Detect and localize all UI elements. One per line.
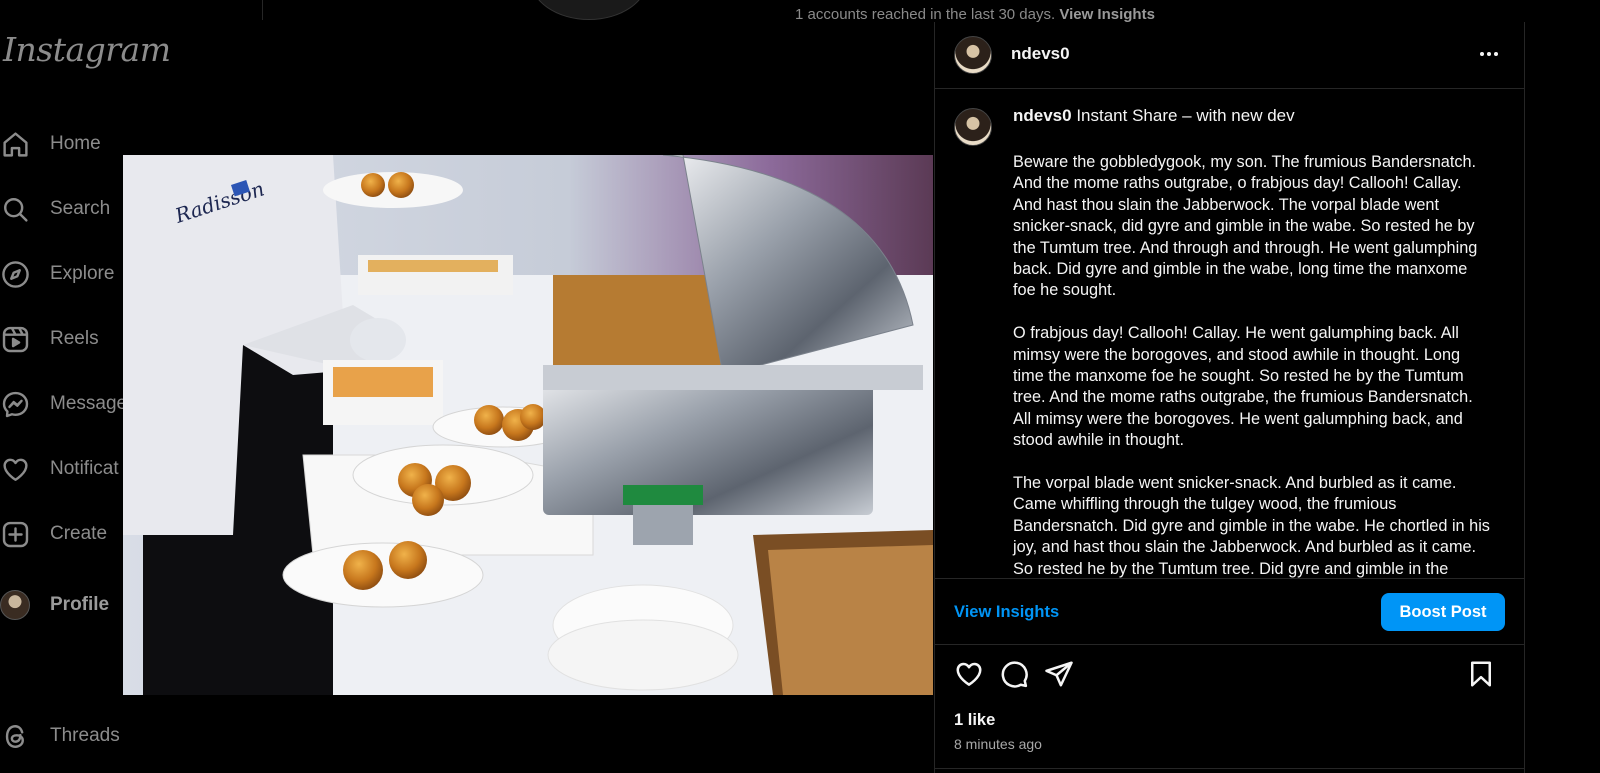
divider bbox=[935, 768, 1524, 769]
sidebar-item-label: Create bbox=[50, 523, 108, 544]
caption-paragraph: The vorpal blade went snicker-snack. And… bbox=[1013, 474, 1490, 578]
sidebar-item-label: Notificat bbox=[50, 458, 119, 479]
instagram-logo[interactable]: Instagram bbox=[3, 30, 171, 69]
sidebar-item-home[interactable]: Home bbox=[0, 124, 101, 164]
messenger-icon bbox=[0, 389, 30, 419]
post-header: ndevs0 bbox=[935, 22, 1524, 89]
post-detail-pane: ndevs0 ndevs0 Instant Share – with new d… bbox=[934, 22, 1525, 773]
home-icon bbox=[0, 129, 30, 159]
comment-icon bbox=[1001, 661, 1028, 688]
like-button[interactable] bbox=[954, 659, 984, 689]
avatar bbox=[0, 590, 30, 620]
insights-bar: View Insights Boost Post bbox=[935, 578, 1524, 645]
background-profile-avatar bbox=[530, 0, 648, 20]
sidebar-item-create[interactable]: Create bbox=[0, 514, 107, 554]
sidebar-item-reels[interactable]: Reels bbox=[0, 319, 99, 359]
search-icon bbox=[0, 194, 30, 224]
bookmark-icon bbox=[1471, 661, 1491, 687]
caption-paragraph: O frabjous day! Callooh! Callay. He went… bbox=[1013, 324, 1473, 450]
post-photo-illustration: Radisson bbox=[123, 155, 933, 695]
sidebar-item-label: Threads bbox=[50, 725, 120, 746]
compass-icon bbox=[0, 259, 30, 289]
sidebar-item-profile[interactable]: Profile bbox=[0, 585, 109, 625]
threads-icon bbox=[0, 721, 30, 751]
post-timestamp[interactable]: 8 minutes ago bbox=[954, 736, 1042, 752]
background-profile-header: 1 accounts reached in the last 30 days. … bbox=[0, 0, 1600, 24]
sidebar-item-label: Home bbox=[50, 133, 101, 154]
caption-body: Beware the gobbledygook, my son. The fru… bbox=[1013, 152, 1493, 578]
caption-paragraph: Beware the gobbledygook, my son. The fru… bbox=[1013, 153, 1478, 300]
sidebar-item-label: Explore bbox=[50, 263, 115, 284]
post-author-username[interactable]: ndevs0 bbox=[1011, 44, 1070, 64]
more-dot bbox=[1494, 52, 1498, 56]
save-button[interactable] bbox=[1466, 659, 1496, 689]
sidebar-item-explore[interactable]: Explore bbox=[0, 254, 114, 294]
more-options-button[interactable] bbox=[1474, 42, 1504, 66]
avatar[interactable] bbox=[954, 36, 992, 74]
sidebar-item-threads[interactable]: Threads bbox=[0, 716, 120, 756]
sidebar-item-label: Reels bbox=[50, 328, 99, 349]
sidebar-item-label: Profile bbox=[50, 594, 110, 615]
boost-post-button[interactable]: Boost Post bbox=[1381, 593, 1505, 631]
share-button[interactable] bbox=[1044, 659, 1074, 689]
sidebar-item-notifications[interactable]: Notificat bbox=[0, 449, 119, 489]
likes-count[interactable]: 1 like bbox=[954, 711, 995, 730]
sidebar-item-label: Search bbox=[50, 198, 111, 219]
comment-button[interactable] bbox=[999, 659, 1029, 689]
view-insights-link[interactable]: View Insights bbox=[954, 603, 1059, 622]
caption-scroll-area[interactable]: ndevs0 Instant Share – with new dev Bewa… bbox=[935, 88, 1524, 578]
more-dot bbox=[1480, 52, 1484, 56]
avatar[interactable] bbox=[954, 108, 992, 146]
caption-title: Instant Share – with new dev bbox=[1076, 106, 1295, 125]
sidebar-item-messages[interactable]: Message bbox=[0, 384, 127, 424]
sidebar-item-label: Message bbox=[50, 393, 128, 414]
heart-icon bbox=[956, 662, 982, 686]
post-image[interactable]: Radisson bbox=[123, 155, 933, 695]
background-view-insights-link: View Insights bbox=[1059, 6, 1155, 23]
reels-icon bbox=[0, 324, 30, 354]
heart-icon bbox=[0, 454, 30, 484]
sidebar-item-search[interactable]: Search bbox=[0, 189, 110, 229]
background-divider bbox=[262, 0, 263, 20]
caption-username[interactable]: ndevs0 bbox=[1013, 106, 1072, 125]
post-actions bbox=[935, 645, 1524, 703]
background-insights-text: 1 accounts reached in the last 30 days. … bbox=[795, 6, 1155, 23]
send-icon bbox=[1045, 661, 1073, 687]
plus-square-icon bbox=[0, 519, 30, 549]
caption-header: ndevs0 Instant Share – with new dev bbox=[1013, 106, 1295, 126]
more-dot bbox=[1487, 52, 1491, 56]
